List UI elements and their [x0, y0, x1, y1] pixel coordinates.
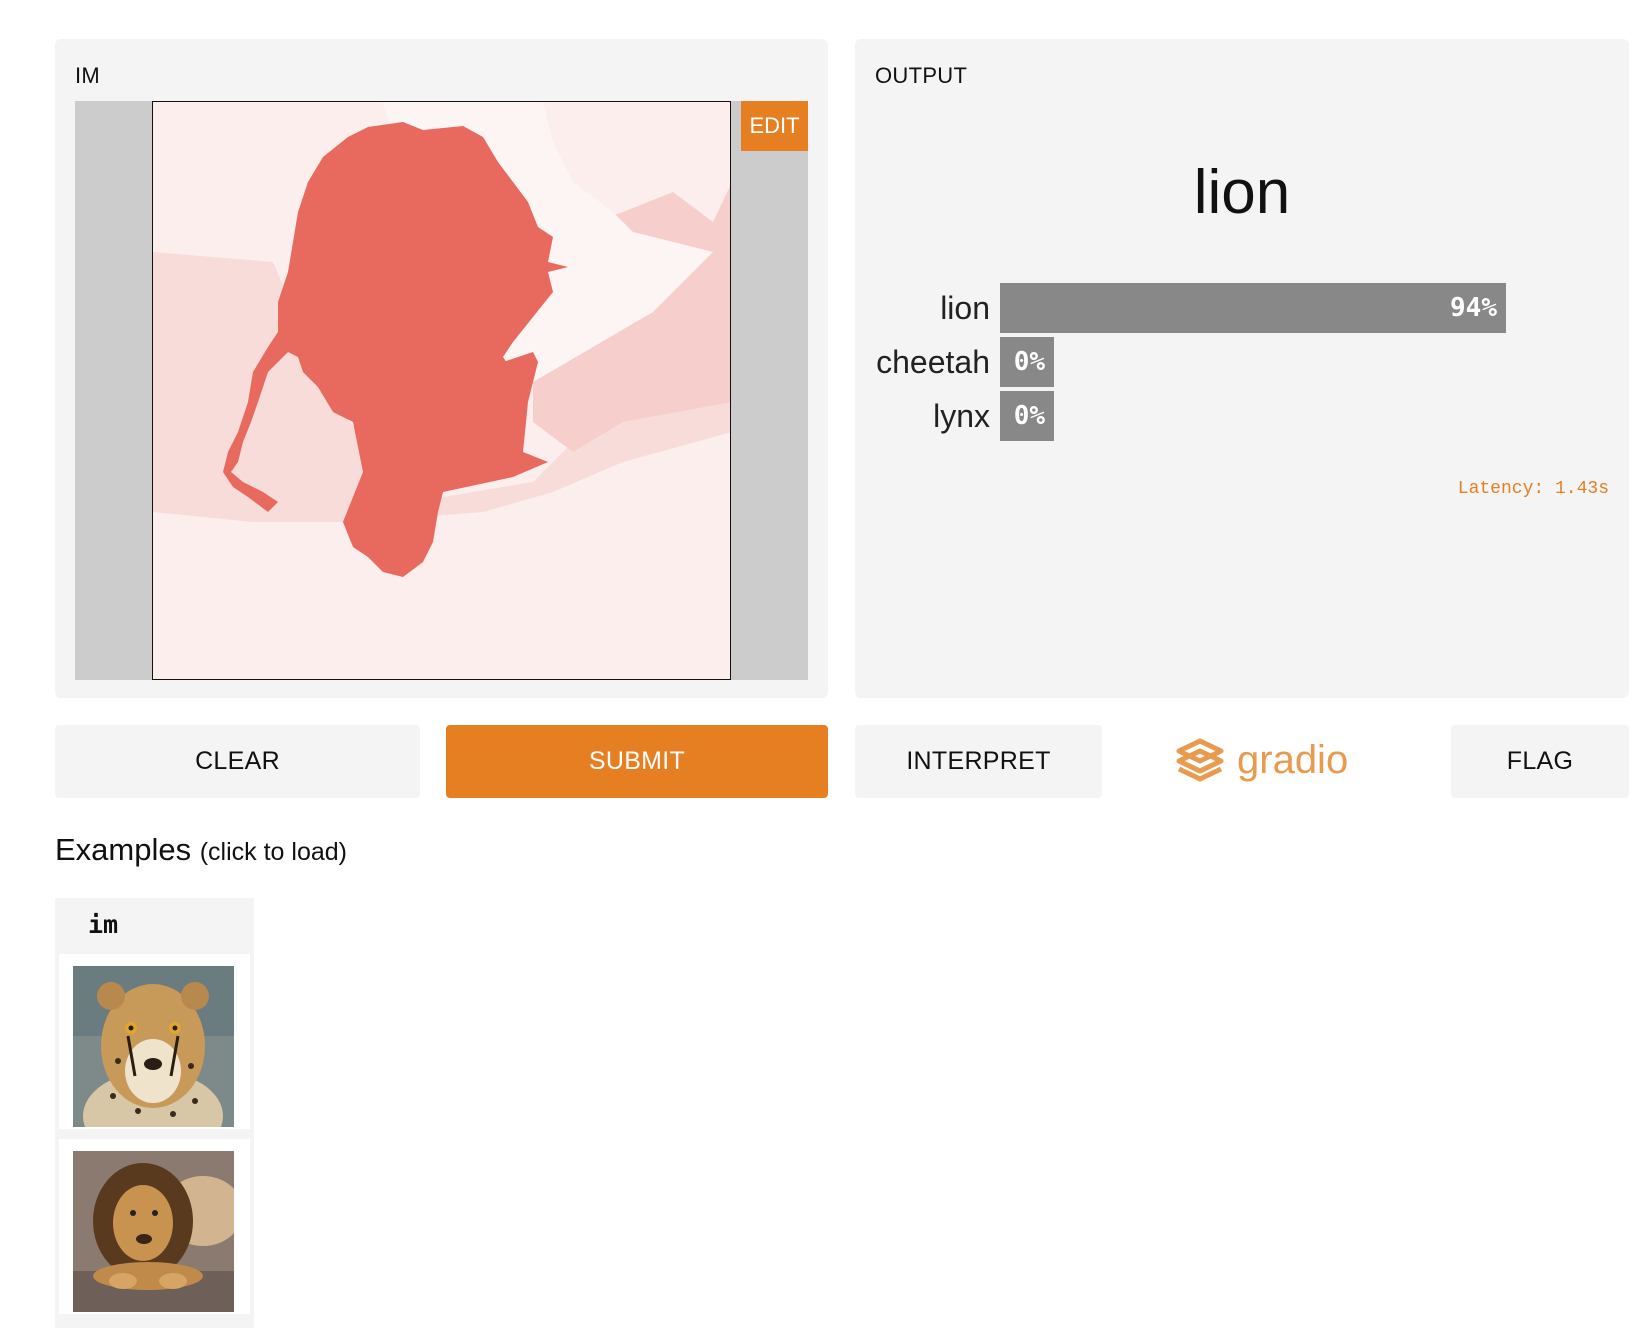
saliency-map: [153, 102, 730, 679]
output-label: OUTPUT: [875, 63, 968, 88]
confidence-row-lion: lion 94%: [855, 283, 1506, 333]
gradio-logo-icon: [1176, 738, 1224, 782]
gradio-wordmark: gradio: [1237, 737, 1349, 782]
confidence-bar: 0%: [1000, 337, 1054, 387]
edit-button[interactable]: EDIT: [741, 101, 808, 151]
confidence-value: 0%: [1013, 401, 1045, 431]
cheetah-thumbnail-icon: [73, 966, 234, 1127]
lion-thumbnail-icon: [73, 1151, 234, 1312]
input-panel: IM EDIT: [55, 39, 828, 698]
confidence-bar: 94%: [1000, 283, 1506, 333]
examples-hint: (click to load): [199, 838, 347, 866]
confidence-label: lynx: [933, 397, 990, 434]
example-row-lion[interactable]: [59, 1139, 250, 1314]
confidence-value: 94%: [1450, 293, 1497, 323]
gradio-brand[interactable]: gradio: [1175, 730, 1348, 790]
example-row-cheetah[interactable]: [59, 954, 250, 1129]
confidence-value: 0%: [1013, 347, 1045, 377]
examples-heading: Examples (click to load): [55, 832, 347, 868]
confidence-row-lynx: lynx 0%: [855, 391, 1054, 441]
output-panel: OUTPUT lion lion 94% cheetah 0% lynx 0% …: [855, 39, 1629, 698]
interpret-button[interactable]: INTERPRET: [855, 725, 1102, 798]
interpretation-image: [152, 101, 731, 680]
image-input-area[interactable]: EDIT: [75, 101, 808, 680]
predicted-label: lion: [1193, 158, 1291, 227]
examples-title: Examples: [55, 832, 192, 867]
latency-text: Latency: 1.43s: [1457, 479, 1609, 499]
confidence-row-cheetah: cheetah 0%: [855, 337, 1054, 387]
examples-table: im: [55, 898, 254, 1328]
submit-button[interactable]: SUBMIT: [446, 725, 828, 798]
confidence-bar: 0%: [1000, 391, 1054, 441]
input-label: IM: [75, 63, 101, 88]
confidence-label: lion: [940, 289, 990, 326]
confidence-label: cheetah: [876, 343, 990, 380]
examples-column-header: im: [88, 910, 119, 939]
clear-button[interactable]: CLEAR: [55, 725, 420, 798]
flag-button[interactable]: FLAG: [1451, 725, 1629, 798]
